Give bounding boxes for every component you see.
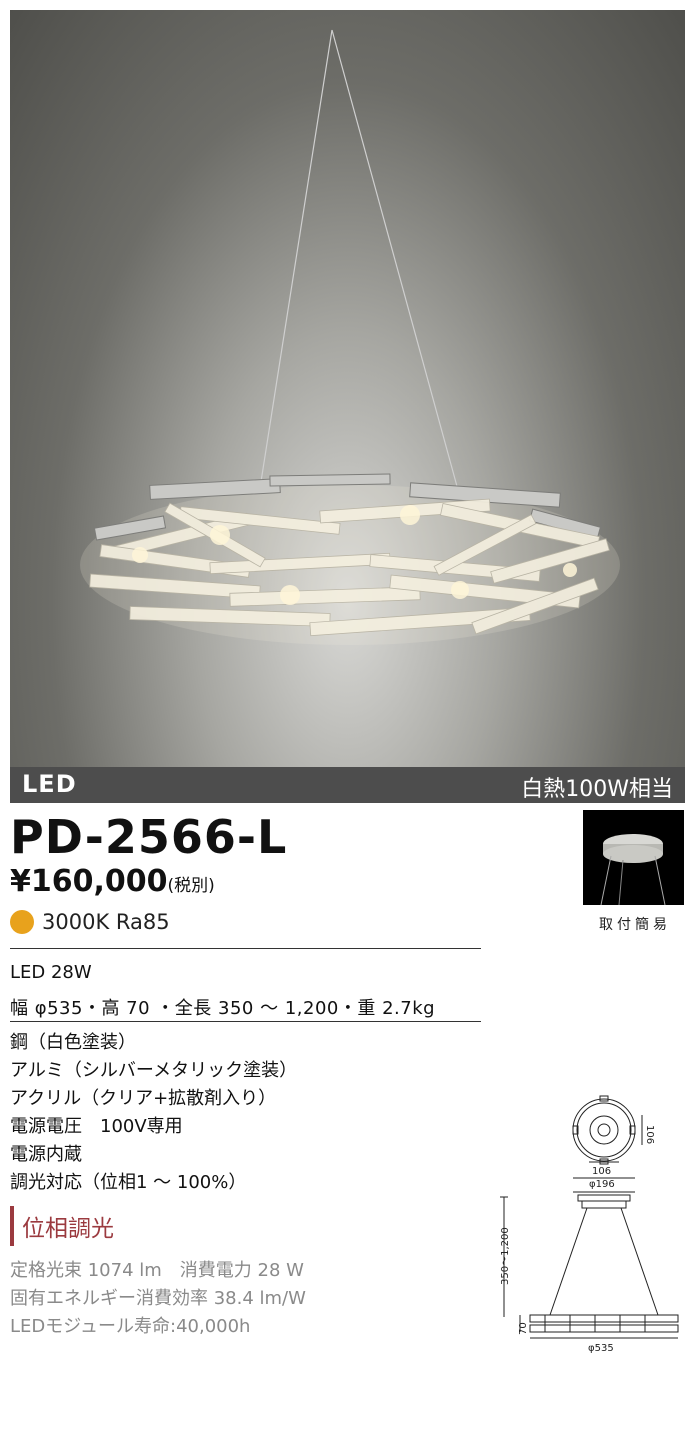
dim-height: 70 — [518, 1322, 529, 1335]
install-caption: 取付簡易 — [599, 917, 671, 933]
price: ¥160,000(税別) — [10, 864, 215, 899]
voltage-line: 電源電圧 100V専用 — [10, 1116, 183, 1137]
equivalent-label: 白熱100W相当 — [521, 777, 673, 802]
dim-length: 350～1,200 — [500, 1227, 511, 1285]
dim-width: φ535 — [588, 1343, 614, 1354]
product-photo — [10, 10, 685, 767]
dimension-drawing: 106 106 φ196 350～1,200 70 φ535 — [500, 1095, 679, 1354]
fixture-side-view — [529, 1314, 679, 1333]
canopy-top-view — [572, 1095, 643, 1165]
pendant-light-illustration — [80, 29, 620, 645]
light-source-label: LED — [22, 770, 77, 798]
badge-bar — [10, 1206, 14, 1246]
canopy-photo — [600, 834, 666, 906]
color-temp-text: 3000K Ra85 — [42, 910, 170, 934]
dimming-line: 調光対応（位相1 ～ 100%） — [10, 1172, 247, 1193]
performance-line: 固有エネルギー消費効率 38.4 lm/W — [10, 1288, 306, 1309]
price-value: ¥160,000 — [10, 864, 168, 899]
power-supply-line: 電源内蔵 — [10, 1144, 82, 1165]
tax-note: (税別) — [167, 876, 215, 896]
install-thumbnail — [583, 810, 684, 906]
material-line: アクリル（クリア+拡散剤入り） — [10, 1088, 277, 1109]
spec-header-bar: LED 白熱100W相当 — [10, 767, 685, 803]
color-temp-dot — [10, 910, 34, 934]
performance-line: 定格光束 1074 lm 消費電力 28 W — [10, 1260, 304, 1281]
divider — [10, 1021, 481, 1022]
divider — [10, 948, 481, 949]
dim-top-bottom: 106 — [592, 1166, 611, 1177]
dim-canopy: φ196 — [589, 1179, 615, 1190]
badge-text: 位相調光 — [22, 1216, 114, 1242]
dimension-spec: 幅 φ535・高 70 ・全長 350 ～ 1,200・重 2.7kg — [10, 998, 436, 1019]
color-temperature: 3000K Ra85 — [10, 910, 170, 934]
power-spec: LED 28W — [10, 962, 92, 983]
dim-top-right: 106 — [644, 1125, 655, 1144]
performance-line: LEDモジュール寿命:40,000h — [10, 1316, 251, 1337]
dimming-badge: 位相調光 — [10, 1206, 114, 1246]
model-number: PD-2566-L — [10, 810, 288, 864]
material-line: アルミ（シルバーメタリック塗装） — [10, 1060, 298, 1081]
material-line: 鋼（白色塗装） — [10, 1032, 136, 1053]
